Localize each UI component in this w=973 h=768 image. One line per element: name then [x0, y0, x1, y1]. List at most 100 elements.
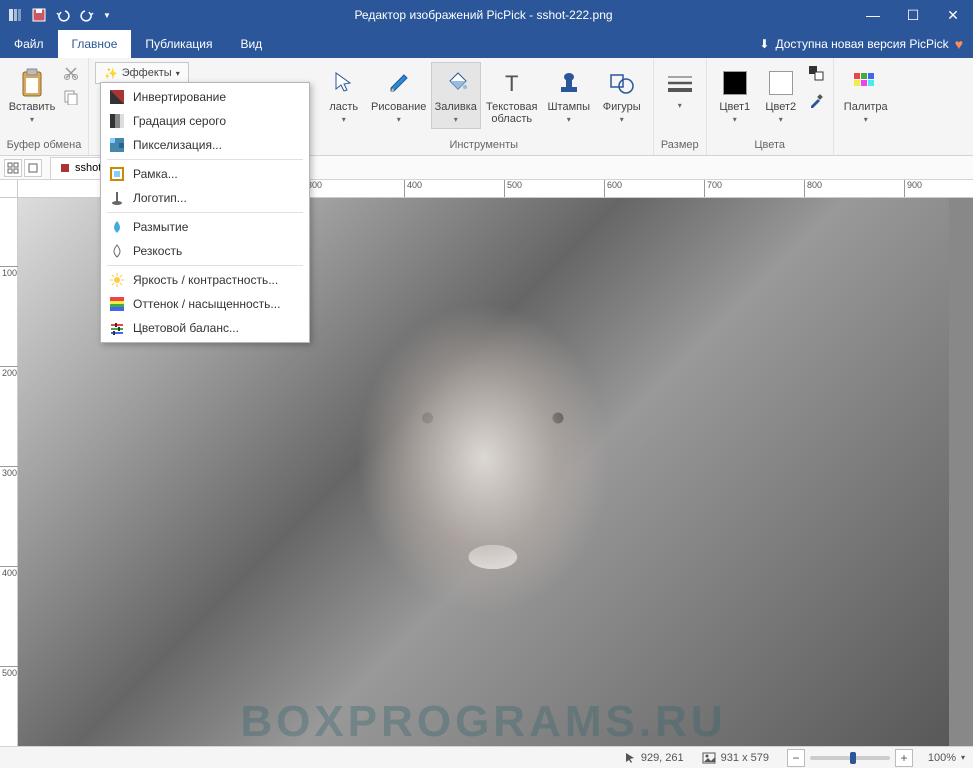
shapes-label: Фигуры — [603, 101, 641, 113]
stamps-button[interactable]: Штампы ▾ — [543, 62, 595, 129]
color2-label: Цвет2 — [765, 101, 796, 113]
ruler-tick: 700 — [704, 180, 722, 198]
ruler-corner — [0, 180, 18, 198]
color1-label: Цвет1 — [719, 101, 750, 113]
hue-icon — [109, 296, 125, 312]
pixelate-icon — [109, 137, 125, 153]
effect-hue[interactable]: Оттенок / насыщенность... — [103, 292, 307, 316]
fill-button[interactable]: Заливка ▾ — [431, 62, 481, 129]
sharpen-icon — [109, 243, 125, 259]
save-icon[interactable] — [28, 4, 50, 26]
app-icon[interactable] — [4, 4, 26, 26]
frame-icon — [109, 166, 125, 182]
clipboard-group-label: Буфер обмена — [6, 139, 82, 153]
ruler-tick: 600 — [604, 180, 622, 198]
effect-grayscale[interactable]: Градация серого — [103, 109, 307, 133]
qat-dropdown-icon[interactable]: ▼ — [100, 4, 114, 26]
brightness-icon — [109, 272, 125, 288]
close-button[interactable]: ✕ — [933, 0, 973, 30]
paste-label: Вставить — [9, 101, 56, 113]
palette-label: Палитра — [844, 101, 888, 113]
effect-frame[interactable]: Рамка... — [103, 162, 307, 186]
balance-icon — [109, 320, 125, 336]
update-text: Доступна новая версия PicPick — [775, 37, 948, 51]
effects-dropdown-button[interactable]: ✨ Эффекты ▾ — [95, 62, 189, 84]
effect-blur[interactable]: Размытие — [103, 215, 307, 239]
color2-button[interactable]: Цвет2 ▾ — [759, 62, 803, 129]
ruler-tick: 500 — [0, 666, 18, 678]
draw-label: Рисование — [371, 101, 426, 113]
shapes-button[interactable]: Фигуры ▾ — [597, 62, 647, 129]
minimize-button[interactable]: — — [853, 0, 893, 30]
effect-pixelate[interactable]: Пикселизация... — [103, 133, 307, 157]
chevron-down-icon: ▾ — [779, 115, 783, 124]
color1-swatch — [723, 71, 747, 95]
text-label: Текстовая область — [486, 101, 538, 125]
chevron-down-icon: ▾ — [454, 115, 458, 124]
cut-button[interactable] — [60, 62, 82, 84]
watermark-text: BOXPROGRAMS.RU — [240, 697, 726, 746]
effects-label: Эффекты — [122, 67, 172, 79]
chevron-down-icon: ▾ — [864, 115, 868, 124]
chevron-down-icon: ▾ — [620, 115, 624, 124]
color2-swatch — [769, 71, 793, 95]
tab-publish[interactable]: Публикация — [131, 30, 226, 58]
coords-text: 929, 261 — [641, 752, 684, 764]
color1-button[interactable]: Цвет1 ▾ — [713, 62, 757, 129]
ruler-tick: 400 — [404, 180, 422, 198]
chevron-down-icon: ▾ — [342, 115, 346, 124]
svg-text:T: T — [505, 71, 518, 95]
draw-button[interactable]: Рисование ▾ — [369, 62, 429, 129]
invert-icon — [109, 89, 125, 105]
lines-icon — [664, 67, 696, 99]
chevron-down-icon: ▾ — [30, 115, 34, 124]
maximize-button[interactable]: ☐ — [893, 0, 933, 30]
cursor-icon — [624, 752, 636, 764]
undo-icon[interactable] — [52, 4, 74, 26]
text-button[interactable]: T Текстовая область — [483, 62, 541, 130]
pencil-icon — [383, 67, 415, 99]
zoom-slider[interactable] — [810, 756, 890, 760]
copy-button[interactable] — [60, 86, 82, 108]
heart-icon: ♥ — [955, 36, 963, 52]
chevron-down-icon: ▾ — [567, 115, 571, 124]
zoom-value: 100% — [918, 752, 956, 764]
grayscale-icon — [109, 113, 125, 129]
swap-colors-button[interactable] — [805, 62, 827, 84]
effect-sharpen[interactable]: Резкость — [103, 239, 307, 263]
ruler-tick: 100 — [0, 266, 18, 278]
clipboard-icon — [16, 67, 48, 99]
zoom-in-button[interactable]: + — [895, 749, 913, 767]
shapes-icon — [606, 67, 638, 99]
modified-indicator — [61, 164, 69, 172]
wand-icon: ✨ — [104, 67, 118, 80]
window-title: Редактор изображений PicPick - sshot-222… — [114, 8, 853, 22]
effect-watermark[interactable]: Логотип... — [103, 186, 307, 210]
paste-button[interactable]: Вставить ▾ — [6, 62, 58, 129]
ruler-tick: 900 — [904, 180, 922, 198]
palette-button[interactable]: Палитра ▾ — [840, 62, 892, 129]
layout-grid-button[interactable] — [4, 159, 22, 177]
group-clipboard: Вставить ▾ Буфер обмена — [0, 58, 89, 155]
eyedropper-button[interactable] — [805, 90, 827, 112]
zoom-dropdown[interactable]: ▾ — [961, 753, 965, 762]
effect-color-balance[interactable]: Цветовой баланс... — [103, 316, 307, 340]
file-menu[interactable]: Файл — [0, 30, 58, 58]
chevron-down-icon: ▾ — [397, 115, 401, 124]
line-width-button[interactable]: ▾ — [660, 62, 700, 115]
update-link[interactable]: ⬇ Доступна новая версия PicPick ♥ — [749, 30, 973, 58]
layout-single-button[interactable] — [24, 159, 42, 177]
tools-group-label: Инструменты — [321, 139, 647, 153]
cursor-icon — [328, 67, 360, 99]
zoom-out-button[interactable]: − — [787, 749, 805, 767]
zoom-thumb[interactable] — [850, 752, 856, 764]
select-label: ласть — [329, 101, 358, 113]
chevron-down-icon: ▾ — [678, 101, 682, 110]
redo-icon[interactable] — [76, 4, 98, 26]
tab-view[interactable]: Вид — [226, 30, 276, 58]
select-button[interactable]: ласть ▾ — [321, 62, 367, 129]
bucket-icon — [440, 67, 472, 99]
tab-main[interactable]: Главное — [58, 30, 132, 58]
effect-brightness[interactable]: Яркость / контрастность... — [103, 268, 307, 292]
effect-invert[interactable]: Инвертирование — [103, 85, 307, 109]
